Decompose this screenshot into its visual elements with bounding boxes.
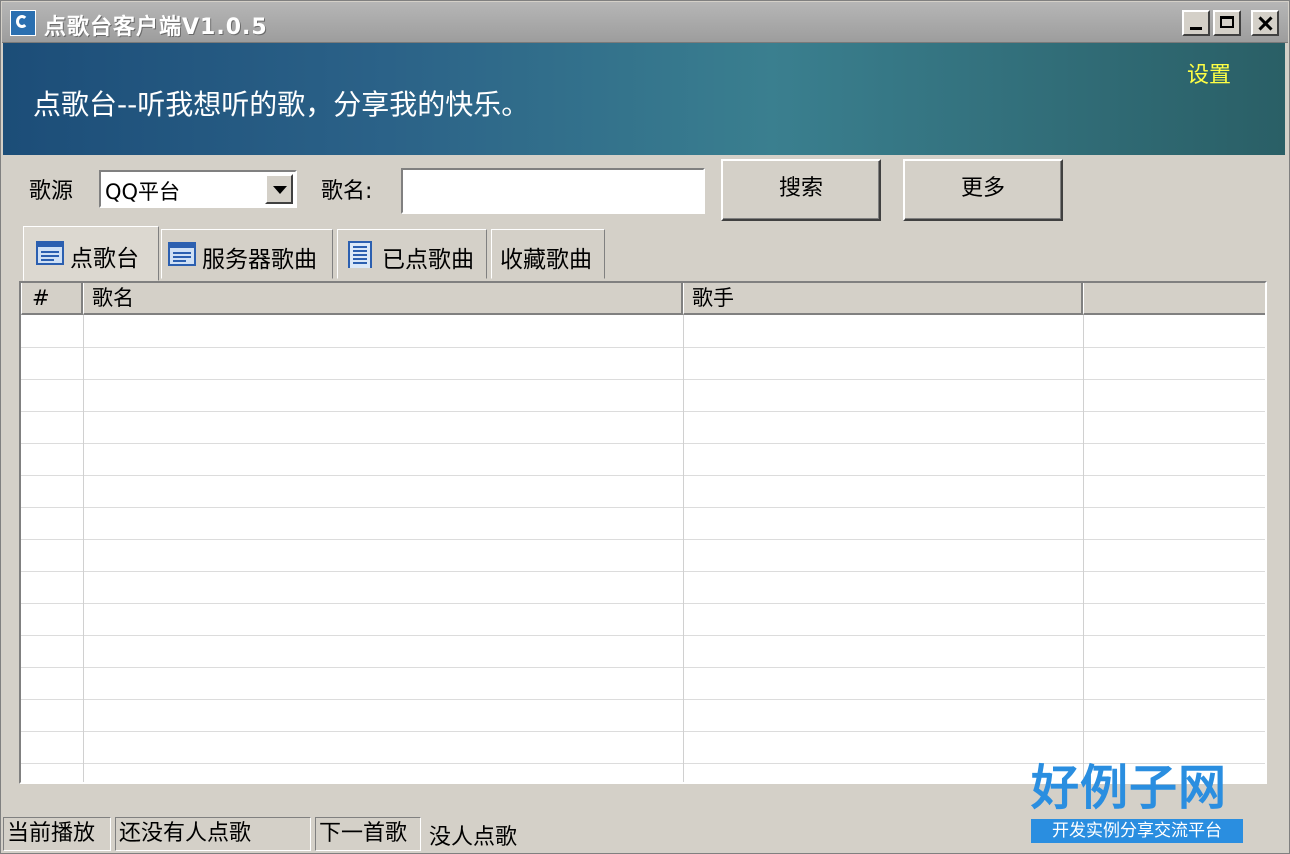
song-name-label: 歌名: [321,179,373,204]
tab-label: 收藏歌曲 [500,247,592,273]
settings-link[interactable]: 设置 [1187,57,1231,89]
column-header-filler [1083,283,1265,315]
banner: 点歌台--听我想听的歌，分享我的快乐。 设置 [3,43,1285,155]
table-row-divider [21,411,1265,412]
tab-label: 服务器歌曲 [202,247,317,273]
close-button[interactable] [1251,10,1279,36]
source-label: 歌源 [29,179,74,204]
minimize-button[interactable] [1182,10,1210,36]
source-selected-value: QQ平台 [105,180,181,204]
table-column-divider [683,315,684,782]
table-row-divider [21,635,1265,636]
now-playing-label: 当前播放 [3,817,111,851]
song-table[interactable]: # 歌名 歌手 [19,281,1267,784]
tab-label: 点歌台 [70,246,139,272]
tab-label: 已点歌曲 [382,247,474,273]
window-title: 点歌台客户端V1.0.5 [44,15,268,40]
next-song-value: 没人点歌 [429,825,518,850]
song-name-input[interactable] [401,168,705,214]
column-header-artist[interactable]: 歌手 [683,283,1083,315]
brand-tagline: 开发实例分享交流平台 [1031,819,1243,843]
tab-favorite-songs[interactable]: 收藏歌曲 [491,229,605,279]
next-song-label: 下一首歌 [315,817,421,851]
document-icon [348,241,372,268]
table-row-divider [21,731,1265,732]
source-select[interactable]: QQ平台 [99,170,297,208]
more-button[interactable]: 更多 [903,159,1063,221]
app-logo-icon [10,10,36,36]
table-row-divider [21,475,1265,476]
app-window: 点歌台客户端V1.0.5 点歌台--听我想听的歌，分享我的快乐。 设置 歌源 Q… [0,0,1290,854]
column-header-number[interactable]: # [21,283,83,315]
brand-watermark: 好例子网 开发实例分享交流平台 [1031,759,1247,843]
tab-request-desk[interactable]: 点歌台 [23,226,159,281]
banner-slogan: 点歌台--听我想听的歌，分享我的快乐。 [33,88,530,121]
column-header-song-name[interactable]: 歌名 [83,283,683,315]
brand-name: 好例子网 [1031,760,1228,816]
table-row-divider [21,539,1265,540]
table-column-divider [1083,315,1084,782]
table-row-divider [21,347,1265,348]
tab-server-songs[interactable]: 服务器歌曲 [161,229,333,279]
table-row-divider [21,699,1265,700]
table-row-divider [21,507,1265,508]
list-icon [36,241,64,265]
maximize-button[interactable] [1213,10,1241,36]
table-row-divider [21,603,1265,604]
table-row-divider [21,571,1265,572]
table-body[interactable] [21,315,1265,782]
tab-played-songs[interactable]: 已点歌曲 [337,229,487,279]
chevron-down-icon[interactable] [265,174,293,204]
list-icon [168,242,196,266]
now-playing-value: 还没有人点歌 [115,817,311,851]
search-button[interactable]: 搜索 [721,159,881,221]
title-bar[interactable]: 点歌台客户端V1.0.5 [2,2,1288,43]
table-column-divider [83,315,84,782]
table-row-divider [21,443,1265,444]
table-row-divider [21,379,1265,380]
table-row-divider [21,667,1265,668]
table-header: # 歌名 歌手 [21,283,1265,315]
